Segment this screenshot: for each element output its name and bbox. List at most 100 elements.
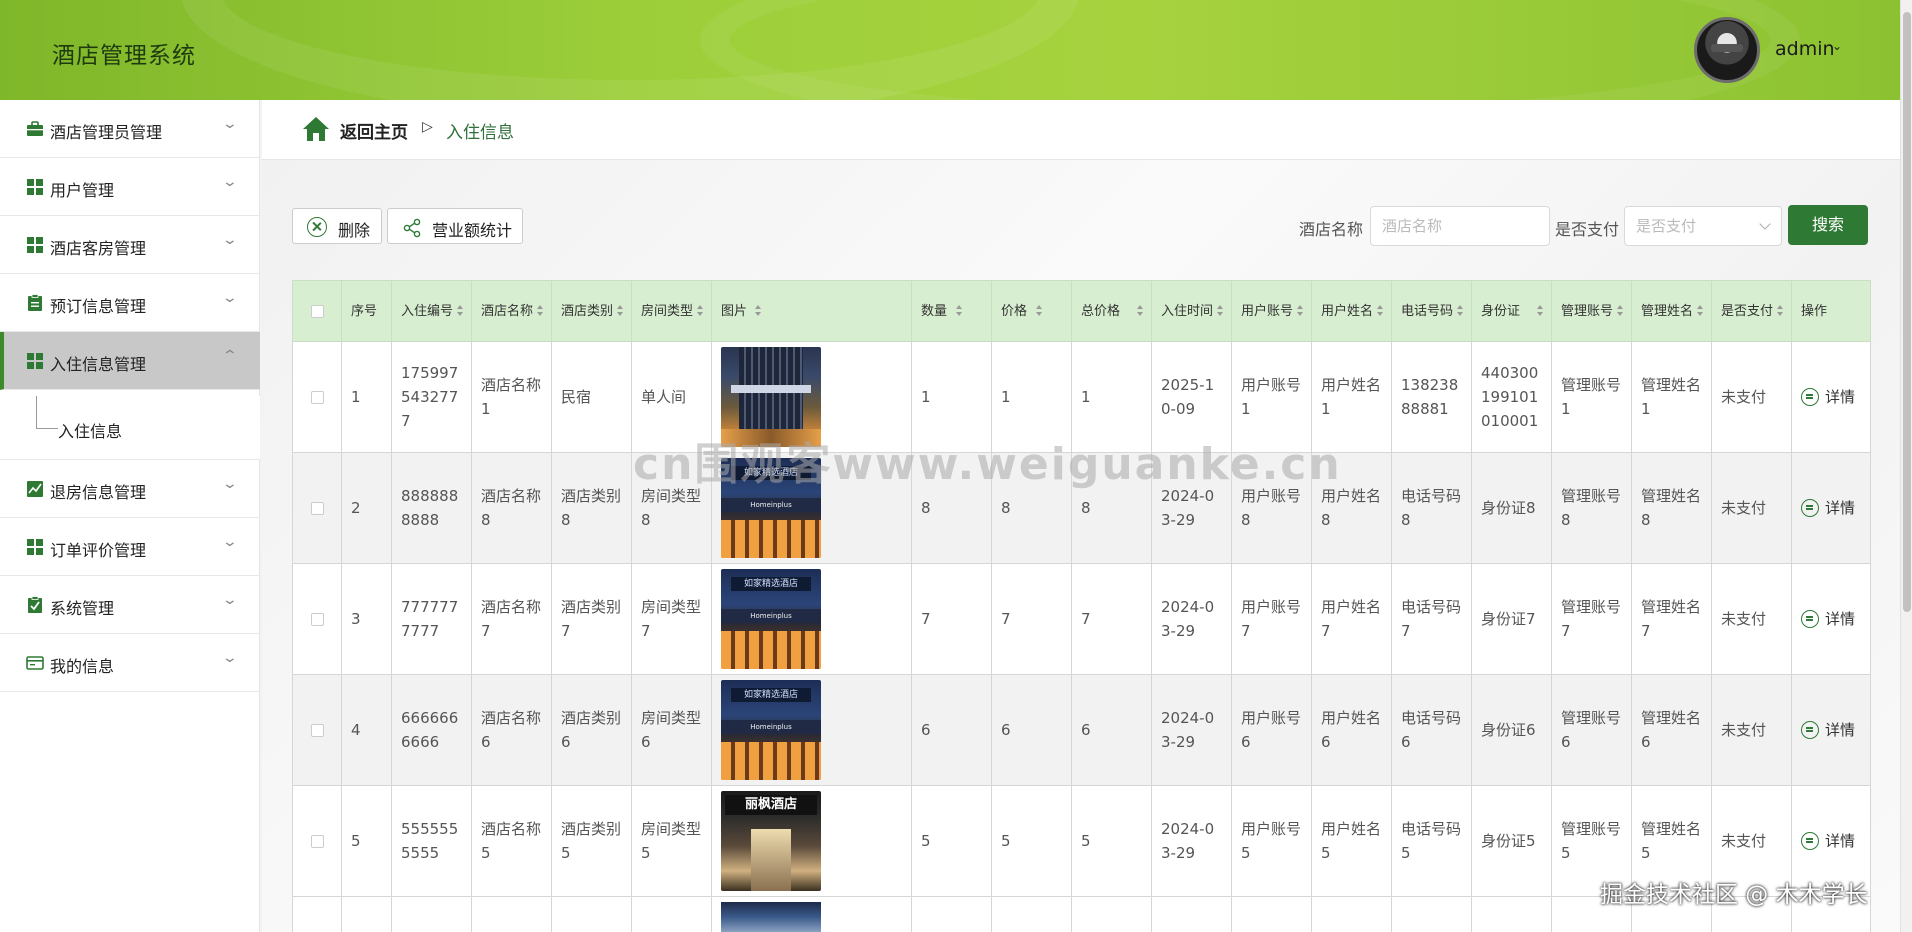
table-cell: 用户账号5: [1231, 785, 1312, 897]
column-header[interactable]: 是否支付: [1711, 280, 1792, 342]
select-all-checkbox[interactable]: [310, 304, 324, 318]
sidebar-item-label: 酒店管理员管理: [50, 123, 163, 142]
column-header[interactable]: 用户账号: [1231, 280, 1312, 342]
column-header-label: 入住时间: [1161, 303, 1214, 319]
sort-icon[interactable]: [1457, 305, 1464, 317]
row-checkbox[interactable]: [310, 502, 324, 515]
hotel-name-input[interactable]: 酒店名称: [1370, 206, 1550, 246]
sort-icon[interactable]: [617, 305, 624, 317]
sidebar-item-rooms[interactable]: 酒店客房管理 ⌄: [0, 216, 260, 274]
scrollbar-thumb[interactable]: [1903, 12, 1911, 612]
user-name[interactable]: admin: [1775, 38, 1835, 60]
sort-icon[interactable]: [457, 305, 464, 317]
paid-select[interactable]: 是否支付: [1624, 206, 1782, 246]
chevron-up-icon: ⌃: [221, 348, 239, 364]
chevron-down-icon: ⌄: [221, 650, 239, 666]
table-cell: 5: [911, 785, 992, 897]
sort-icon[interactable]: [1297, 305, 1304, 317]
column-header[interactable]: 酒店类别: [551, 280, 632, 342]
column-header-label: 酒店名称: [481, 303, 534, 319]
table-header-row: 序号 入住编号 酒店名称 酒店类别 房间类型 图片 数量 价格 总价格 入住时间…: [292, 280, 1871, 342]
table-row[interactable]: 1 1759975432777 酒店名称1 民宿 单人间 1 1 1 2025-10-09 用户账…: [292, 341, 1871, 453]
sidebar-item-system[interactable]: 系统管理 ⌄: [0, 576, 260, 634]
table-cell: 5: [341, 785, 392, 897]
image-cell: 如家精选酒店 Homeinplus: [711, 563, 912, 675]
column-header[interactable]: 电话号码: [1391, 280, 1472, 342]
column-header[interactable]: 酒店名称: [471, 280, 552, 342]
detail-button[interactable]: 详情: [1801, 829, 1861, 853]
sort-icon[interactable]: [1036, 305, 1043, 317]
sort-icon[interactable]: [1617, 305, 1624, 317]
sort-icon[interactable]: [956, 305, 963, 317]
sort-icon[interactable]: [1377, 305, 1384, 317]
sidebar-item-checkin[interactable]: 入住信息管理 ⌃: [0, 332, 260, 390]
home-icon[interactable]: [302, 116, 330, 142]
table-row[interactable]: 4 6666666666 酒店名称6 酒店类别6 房间类型6 如家精选酒店 Homeinpl…: [292, 674, 1871, 786]
detail-button[interactable]: 详情: [1801, 385, 1861, 409]
column-header-label: 用户姓名: [1321, 303, 1374, 319]
sort-icon[interactable]: [537, 305, 544, 317]
column-header-label: 用户账号: [1241, 303, 1294, 319]
column-header-label: 身份证: [1481, 303, 1521, 319]
column-header[interactable]: 图片: [711, 280, 912, 342]
sidebar-item-reviews[interactable]: 订单评价管理 ⌄: [0, 518, 260, 576]
sort-icon[interactable]: [1217, 305, 1224, 317]
detail-button[interactable]: 详情: [1801, 496, 1861, 520]
column-header[interactable]: 数量: [911, 280, 992, 342]
hotel-photo[interactable]: 如家精选酒店 Homeinplus: [721, 458, 821, 558]
column-header[interactable]: 价格: [991, 280, 1072, 342]
hotel-photo[interactable]: [721, 902, 821, 932]
hotel-photo[interactable]: [721, 347, 821, 447]
detail-label: 详情: [1825, 832, 1856, 850]
hotel-photo[interactable]: 丽枫酒店: [721, 791, 821, 891]
row-checkbox[interactable]: [310, 613, 324, 626]
column-header[interactable]: 入住时间: [1151, 280, 1232, 342]
table-cell: 8: [991, 452, 1072, 564]
hotel-photo[interactable]: 如家精选酒店 Homeinplus: [721, 569, 821, 669]
sidebar-item-my-info[interactable]: 我的信息 ⌄: [0, 634, 260, 692]
column-header[interactable]: 管理账号: [1551, 280, 1632, 342]
table-row[interactable]: 2 8888888888 酒店名称8 酒店类别8 房间类型8 如家精选酒店 Homeinpl…: [292, 452, 1871, 564]
sort-icon[interactable]: [1537, 305, 1544, 317]
table-cell: 电话号码6: [1391, 674, 1472, 786]
column-header[interactable]: 房间类型: [631, 280, 712, 342]
detail-button[interactable]: 详情: [1801, 607, 1861, 631]
chevron-down-icon: ⌄: [221, 534, 239, 550]
column-header[interactable]: 总价格: [1071, 280, 1152, 342]
sidebar-item-bookings[interactable]: 预订信息管理 ⌄: [0, 274, 260, 332]
breadcrumb: 返回主页 ▷ 入住信息: [262, 100, 1900, 160]
chevron-down-icon: ⌄: [221, 174, 239, 190]
table-row[interactable]: 3 7777777777 酒店名称7 酒店类别7 房间类型7 如家精选酒店 Homeinpl…: [292, 563, 1871, 675]
row-checkbox[interactable]: [310, 724, 324, 737]
detail-label: 详情: [1825, 721, 1856, 739]
sidebar-item-users[interactable]: 用户管理 ⌄: [0, 158, 260, 216]
sidebar-item-checkout[interactable]: 退房信息管理 ⌄: [0, 460, 260, 518]
sort-icon[interactable]: [697, 305, 704, 317]
avatar[interactable]: [1694, 17, 1760, 83]
sidebar-subitem-checkin-info[interactable]: 入住信息: [0, 396, 260, 460]
sort-icon[interactable]: [755, 305, 762, 317]
row-checkbox[interactable]: [310, 835, 324, 848]
table-cell: 2025-10-09: [1151, 341, 1232, 453]
delete-button[interactable]: 删除: [292, 208, 382, 244]
hotel-photo[interactable]: 如家精选酒店 Homeinplus: [721, 680, 821, 780]
detail-button[interactable]: 详情: [1801, 718, 1861, 742]
column-header[interactable]: 身份证: [1471, 280, 1552, 342]
table-cell: [911, 896, 992, 932]
sidebar-item-hotel-admin[interactable]: 酒店管理员管理 ⌄: [0, 100, 260, 158]
hotel-name-label: 酒店名称: [1299, 220, 1364, 239]
chevron-down-icon[interactable]: ⌄: [1832, 39, 1842, 53]
column-header[interactable]: 入住编号: [391, 280, 472, 342]
sort-icon[interactable]: [1137, 305, 1144, 317]
search-button[interactable]: 搜索: [1788, 205, 1868, 245]
sort-icon[interactable]: [1777, 305, 1784, 317]
breadcrumb-home-link[interactable]: 返回主页: [340, 118, 408, 143]
vertical-scrollbar[interactable]: [1900, 0, 1912, 932]
column-header[interactable]: 管理姓名: [1631, 280, 1712, 342]
table-cell: 440300199101010001: [1471, 341, 1552, 453]
sort-icon[interactable]: [1697, 305, 1704, 317]
row-checkbox[interactable]: [310, 391, 324, 404]
revenue-stats-button[interactable]: 营业额统计: [387, 208, 523, 244]
column-header[interactable]: 用户姓名: [1311, 280, 1392, 342]
table-cell: [391, 896, 472, 932]
